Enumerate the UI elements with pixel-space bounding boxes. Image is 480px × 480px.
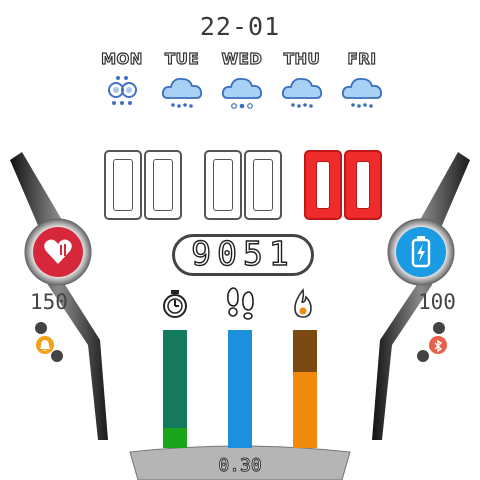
- second-digit: [304, 150, 342, 220]
- day-label: TUE: [164, 49, 200, 68]
- cloud-rain-icon: [161, 78, 203, 108]
- bluetooth-off-icon: [431, 338, 445, 353]
- alarm-icon: [38, 338, 52, 352]
- cloud-rain-icon: [281, 78, 323, 108]
- calories-bar-fill: [293, 372, 317, 448]
- day-label: WED: [221, 49, 263, 68]
- footprints-icon: [227, 287, 254, 320]
- timer-bar-fill: [163, 428, 187, 448]
- forecast-day: FRI: [334, 49, 390, 116]
- calories-bar: [293, 330, 317, 448]
- forecast-day: THU: [274, 49, 330, 116]
- minute-digit: [204, 150, 242, 220]
- hour-digit: [144, 150, 182, 220]
- heart-rate-value: 150: [30, 290, 68, 314]
- forecast-day: WED: [214, 49, 270, 116]
- heart-rate-button[interactable]: [24, 218, 92, 286]
- hour-digit: [104, 150, 142, 220]
- timer-icon: [163, 290, 187, 318]
- step-count: 9051: [172, 234, 314, 276]
- second-digit: [344, 150, 382, 220]
- day-label: MON: [101, 49, 143, 68]
- day-label: FRI: [347, 49, 377, 68]
- timer-bar: [163, 330, 187, 448]
- forecast-row: MON TUE WED THU FRI: [94, 49, 394, 116]
- cloud-rain-icon: [221, 78, 263, 109]
- battery-button[interactable]: [387, 218, 455, 286]
- battery-value: 100: [418, 290, 456, 314]
- date-display: 22-01: [199, 12, 281, 41]
- day-label: THU: [283, 49, 321, 68]
- snowflake-weather-icon: [108, 76, 137, 105]
- steps-bar: [228, 330, 252, 448]
- forecast-day: MON: [94, 49, 150, 116]
- forecast-day: TUE: [154, 49, 210, 116]
- cloud-rain-icon: [341, 78, 383, 108]
- minute-digit: [244, 150, 282, 220]
- flame-icon: [294, 288, 312, 318]
- distance-value: 0.30: [218, 455, 262, 477]
